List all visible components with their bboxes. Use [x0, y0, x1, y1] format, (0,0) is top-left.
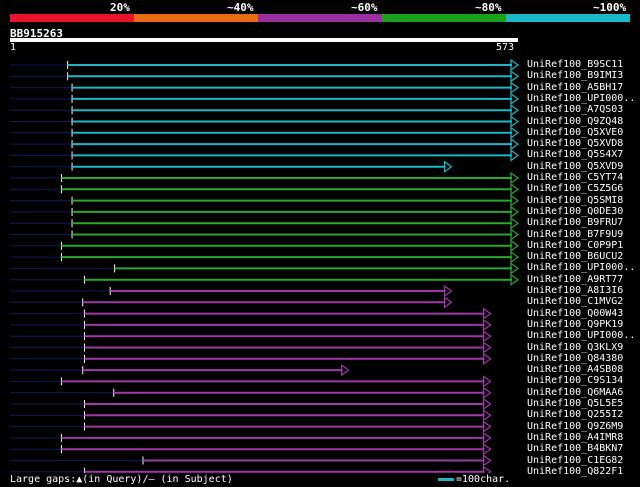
alignment-arrow	[482, 386, 492, 399]
hit-label[interactable]: UniRef100_Q0DE30	[527, 206, 623, 217]
hit-label[interactable]: UniRef100_C5Z5G6	[527, 183, 623, 194]
alignment-arrow	[510, 250, 520, 264]
alignment-arrow	[510, 70, 520, 83]
hit-label[interactable]: UniRef100_A7QS03	[527, 104, 623, 115]
hit-label[interactable]: UniRef100_A8I3I6	[527, 285, 623, 296]
hit-label[interactable]: UniRef100_B4BKN7	[527, 443, 623, 454]
alignment-arrow	[482, 397, 492, 411]
scale-legend: =100char.	[438, 474, 510, 485]
scale-swatch	[438, 477, 454, 481]
alignment-arrow	[482, 375, 492, 388]
alignment-arrow	[482, 409, 492, 422]
alignment-arrow	[510, 171, 520, 185]
hit-label[interactable]: UniRef100_UPI000..	[527, 93, 635, 104]
alignment-arrow	[482, 443, 492, 456]
legend-segment	[506, 14, 630, 22]
query-ruler	[10, 38, 518, 42]
legend-label: 20%	[110, 1, 130, 14]
alignment-arrow	[510, 137, 520, 151]
hit-label[interactable]: UniRef100_C9S134	[527, 375, 623, 386]
ruler-start: 1	[10, 42, 17, 53]
hit-label[interactable]: UniRef100_UPI000..	[527, 330, 635, 341]
hit-label[interactable]: UniRef100_B9IMI3	[527, 70, 623, 81]
hit-label[interactable]: UniRef100_Q9PK19	[527, 319, 623, 330]
hit-label[interactable]: UniRef100_A9RT77	[527, 274, 623, 285]
alignment-arrow	[443, 160, 453, 173]
alignment-arrow	[510, 126, 520, 139]
alignment-arrow	[341, 363, 350, 377]
hit-label[interactable]: UniRef100_A4SB08	[527, 364, 623, 375]
alignment-arrow	[482, 341, 492, 354]
hit-label[interactable]: UniRef100_Q5SMI8	[527, 195, 623, 206]
alignment-arrow	[482, 330, 492, 343]
alignment-arrow	[482, 420, 492, 433]
alignment-arrow	[510, 228, 520, 241]
alignment-arrow	[482, 465, 492, 473]
hit-label[interactable]: UniRef100_B9SC11	[527, 59, 623, 70]
alignment-arrow	[510, 262, 520, 275]
hit-label[interactable]: UniRef100_Q3KLX9	[527, 342, 623, 353]
scale-text: =100char.	[456, 474, 511, 485]
alignment-arrow	[510, 115, 520, 128]
hit-label[interactable]: UniRef100_C1MVG2	[527, 296, 623, 307]
alignment-arrow	[443, 284, 453, 298]
legend-label: ~100%	[593, 1, 627, 14]
legend-label: ~60%	[351, 1, 378, 14]
hit-label[interactable]: UniRef100_Q255I2	[527, 409, 623, 420]
hit-label[interactable]: UniRef100_B7F9U9	[527, 229, 623, 240]
identity-legend-bar	[10, 14, 630, 22]
alignment-arrow	[510, 104, 520, 117]
alignment-arrow	[510, 217, 520, 230]
hit-label[interactable]: UniRef100_C1EG82	[527, 455, 623, 466]
alignment-arrow	[482, 454, 492, 467]
hit-label[interactable]: UniRef100_C0P9P1	[527, 240, 623, 251]
hit-label[interactable]: UniRef100_Q5XVD8	[527, 138, 623, 149]
ruler-end: 573	[496, 42, 515, 53]
hit-label[interactable]: UniRef100_B6UCU2	[527, 251, 623, 262]
alignment-arrow	[510, 183, 520, 196]
alignment-arrow	[510, 205, 520, 219]
alignment-arrow	[510, 194, 520, 207]
alignment-arrow	[510, 58, 520, 72]
legend-segment	[382, 14, 506, 22]
hit-label[interactable]: UniRef100_Q9ZQ48	[527, 116, 623, 127]
legend-segment	[134, 14, 258, 22]
hit-label[interactable]: UniRef100_A4IMR8	[527, 432, 623, 443]
alignment-arrow	[482, 431, 492, 445]
hit-label[interactable]: UniRef100_Q00W43	[527, 308, 623, 319]
hit-label[interactable]: UniRef100_B9FRU7	[527, 217, 623, 228]
hit-label[interactable]: UniRef100_A5BH17	[527, 82, 623, 93]
hit-label[interactable]: UniRef100_Q5L5E5	[527, 398, 623, 409]
alignment-arrow	[510, 81, 520, 94]
legend-label: ~40%	[227, 1, 254, 14]
legend-label: ~80%	[475, 1, 502, 14]
hit-label[interactable]: UniRef100_Q9Z6M9	[527, 421, 623, 432]
gaps-legend: Large gaps:▲(in Query)/– (in Subject)	[10, 474, 233, 485]
hit-label[interactable]: UniRef100_UPI000..	[527, 262, 635, 273]
legend-segment	[258, 14, 382, 22]
hit-label[interactable]: UniRef100_Q5S4X7	[527, 149, 623, 160]
hit-label[interactable]: UniRef100_Q5XVE0	[527, 127, 623, 138]
alignment-arrow	[510, 239, 520, 252]
alignment-arrow	[482, 352, 492, 365]
hit-label[interactable]: UniRef100_Q6MAA6	[527, 387, 623, 398]
hit-label[interactable]: UniRef100_C5YT74	[527, 172, 623, 183]
alignment-arrow	[443, 296, 453, 309]
hit-label[interactable]: UniRef100_Q84380	[527, 353, 623, 364]
alignment-arrow	[482, 318, 492, 332]
hit-label[interactable]: UniRef100_Q5XVD9	[527, 161, 623, 172]
hit-label[interactable]: UniRef100_Q822F1	[527, 466, 623, 477]
alignment-arrow	[482, 307, 492, 320]
alignment-arrow	[510, 92, 520, 106]
alignment-arrow	[510, 149, 520, 162]
legend-segment	[10, 14, 134, 22]
alignment-arrow	[510, 273, 520, 286]
